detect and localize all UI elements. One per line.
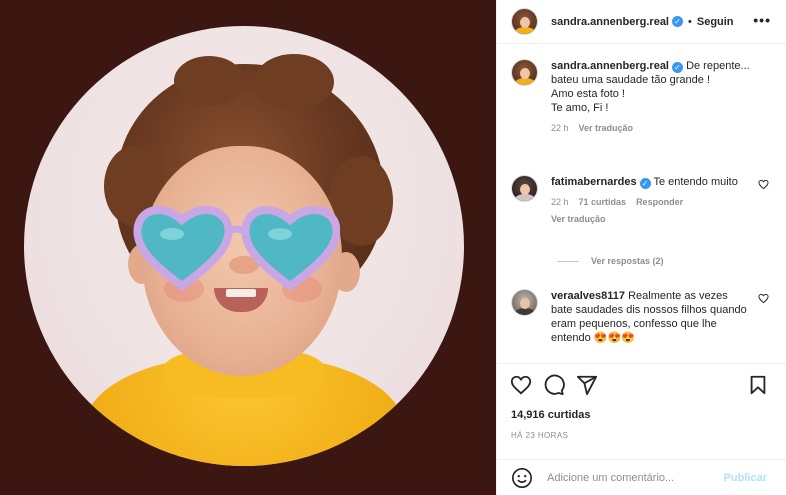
post-side-panel: sandra.annenberg.real ✓ • Seguin ••• san…	[496, 0, 786, 495]
post-media[interactable]	[0, 0, 496, 495]
share-icon[interactable]	[576, 374, 598, 396]
likes-count[interactable]: 14,916 curtidas	[511, 409, 591, 421]
photo-hair-curl	[254, 54, 334, 110]
post-photo	[24, 26, 464, 466]
following-button[interactable]: Seguin	[697, 16, 734, 28]
heart-sunglasses	[133, 206, 340, 291]
caption-avatar[interactable]	[511, 59, 538, 86]
verified-icon: ✓	[672, 16, 683, 27]
publish-button[interactable]: Publicar	[724, 472, 767, 484]
verified-icon: ✓	[639, 178, 651, 189]
more-icon[interactable]: •••	[753, 12, 771, 28]
comment-avatar[interactable]	[511, 289, 538, 316]
caption-translate-link[interactable]: Ver tradução	[579, 123, 634, 133]
separator-dot: •	[688, 15, 692, 28]
caption-text-block: sandra.annenberg.real ✓ De repente... bat…	[551, 59, 751, 115]
caption-item: sandra.annenberg.real ✓ De repente... bat…	[511, 59, 773, 135]
comment-like-heart-icon[interactable]	[758, 293, 769, 304]
add-comment-bar: Publicar	[497, 459, 786, 495]
comment-text-block: veraalves8117 Realmente as vezes bate sa…	[551, 289, 751, 345]
caption-time[interactable]: 22 h	[551, 123, 569, 133]
comment-icon[interactable]	[543, 374, 565, 396]
comment-username[interactable]: fatimabernardes	[551, 176, 637, 188]
comment-likes[interactable]: 71 curtidas	[579, 197, 627, 207]
author-avatar[interactable]	[511, 8, 538, 35]
reply-button[interactable]: Responder	[636, 197, 683, 207]
comment-username[interactable]: veraalves8117	[551, 290, 625, 302]
bookmark-icon[interactable]	[747, 374, 769, 396]
comment-item: veraalves8117 Realmente as vezes bate sa…	[511, 289, 773, 345]
caption-username[interactable]: sandra.annenberg.real	[551, 60, 669, 72]
heart-icon[interactable]	[510, 374, 532, 396]
author-username[interactable]: sandra.annenberg.real	[551, 16, 669, 28]
post-header: sandra.annenberg.real ✓ • Seguin •••	[497, 0, 786, 44]
comment-item: fatimabernardes ✓ Te entendo muito 22 h 71…	[511, 175, 773, 226]
comment-translate-row: Ver tradução	[551, 212, 751, 226]
view-replies-button[interactable]: Ver respostas (2)	[557, 256, 664, 266]
emoji-icon[interactable]	[511, 467, 533, 489]
post-actions: 14,916 curtidas HÁ 23 HORAS	[497, 363, 786, 459]
comment-input[interactable]	[547, 471, 717, 484]
comment-text-block: fatimabernardes ✓ Te entendo muito	[551, 175, 751, 189]
comment-like-heart-icon[interactable]	[758, 179, 769, 190]
view-replies-label: Ver respostas (2)	[591, 256, 664, 266]
caption-meta: 22 h Ver tradução	[551, 121, 751, 135]
replies-divider	[557, 260, 579, 262]
post-time-ago[interactable]: HÁ 23 HORAS	[511, 431, 568, 440]
verified-icon: ✓	[672, 62, 683, 73]
photo-hair-curl	[174, 56, 244, 106]
comments-list: sandra.annenberg.real ✓ De repente... bat…	[497, 45, 786, 363]
comment-meta: 22 h 71 curtidas Responder	[551, 195, 751, 209]
comment-avatar[interactable]	[511, 175, 538, 202]
comment-time[interactable]: 22 h	[551, 197, 569, 207]
comment-text: Te entendo muito	[653, 176, 738, 188]
comment-translate-link[interactable]: Ver tradução	[551, 214, 606, 224]
